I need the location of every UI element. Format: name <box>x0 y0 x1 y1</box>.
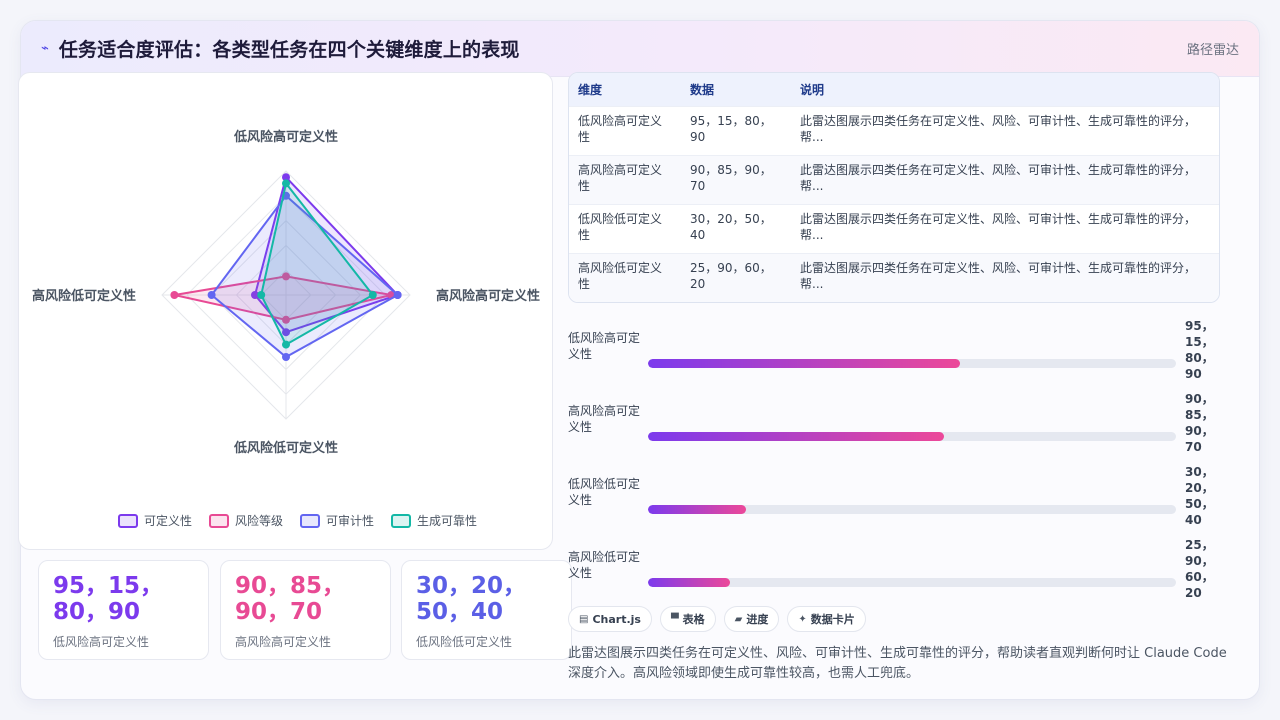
radar-point <box>393 291 402 299</box>
tech-chips: ▤ Chart.js ▀ 表格 ▰ 进度 ✦ 数据卡片 <box>568 606 866 632</box>
progress-fill <box>648 578 730 587</box>
progress-label: 高风险低可定义性 <box>568 550 641 580</box>
table-icon: ▀ <box>670 613 679 625</box>
progress-value: 25，90，60，20 <box>1185 538 1214 600</box>
cell-description: 此雷达图展示四类任务在可定义性、风险、可审计性、生成可靠性的评分，帮... <box>791 252 1219 302</box>
progress-label: 高风险高可定义性 <box>568 404 641 434</box>
radar-point <box>282 179 290 188</box>
chip-label: Chart.js <box>592 612 641 626</box>
header-description: 说明 <box>800 82 825 97</box>
cell-dimension: 高风险低可定义性 <box>569 252 681 302</box>
progress-item: 高风险低可定义性 25，90，60，20 <box>568 537 1228 610</box>
progress-value: 30，20，50，40 <box>1185 465 1214 527</box>
chip-progress[interactable]: ▰ 进度 <box>723 606 780 632</box>
chip-chartjs[interactable]: ▤ Chart.js <box>568 606 652 632</box>
cell-dimension: 高风险高可定义性 <box>569 154 681 204</box>
progress-fill <box>648 359 960 368</box>
cell-data: 30，20，50，40 <box>681 203 791 253</box>
radar-axis-label: 低风险低可定义性 <box>233 440 338 456</box>
radar-axis-label: 低风险高可定义性 <box>233 129 338 145</box>
stat-label-1: 低风险高可定义性 <box>53 635 150 649</box>
legend-label: 可审计性 <box>326 513 374 528</box>
progress-fill <box>648 505 746 514</box>
legend-swatch <box>391 514 411 528</box>
sparkle-icon: ✦ <box>798 613 807 625</box>
legend-label: 风险等级 <box>235 513 283 528</box>
table-row: 高风险高可定义性 90，85，90，70 此雷达图展示四类任务在可定义性、风险、… <box>569 154 1219 204</box>
radar-axis-label: 高风险高可定义性 <box>436 288 540 304</box>
header-data: 数据 <box>690 82 715 97</box>
stat-label-3: 低风险低可定义性 <box>416 635 513 649</box>
cell-description: 此雷达图展示四类任务在可定义性、风险、可审计性、生成可靠性的评分，帮... <box>791 203 1219 253</box>
radar-axis-label: 高风险低可定义性 <box>32 288 136 304</box>
stat-label-2: 高风险高可定义性 <box>235 635 332 649</box>
radar-badge: 路径雷达 <box>1186 43 1239 58</box>
progress-item: 低风险高可定义性 95，15，80，90 <box>568 318 1228 391</box>
radar-point <box>282 340 290 349</box>
cell-data: 95，15，80，90 <box>681 105 791 155</box>
page-title: 任务适合度评估：各类型任务在四个关键维度上的表现 <box>58 39 520 61</box>
table-row: 低风险低可定义性 30，20，50，40 此雷达图展示四类任务在可定义性、风险、… <box>569 203 1219 253</box>
title-wrap: ⌁ 任务适合度评估：各类型任务在四个关键维度上的表现 <box>41 35 520 62</box>
chip-label: 数据卡片 <box>810 613 855 626</box>
table-row: 高风险低可定义性 25，90，60，20 此雷达图展示四类任务在可定义性、风险、… <box>569 252 1219 302</box>
chart-description: 此雷达图展示四类任务在可定义性、风险、可审计性、生成可靠性的评分，帮助读者直观判… <box>568 646 1227 681</box>
progress-label: 低风险高可定义性 <box>568 331 641 361</box>
progress-value: 95，15，80，90 <box>1185 319 1214 381</box>
cell-description: 此雷达图展示四类任务在可定义性、风险、可审计性、生成可靠性的评分，帮... <box>791 105 1219 155</box>
stat-value-1: 95，15，80，90 <box>53 573 164 625</box>
legend-label: 可定义性 <box>144 513 192 528</box>
progress-item: 低风险低可定义性 30，20，50，40 <box>568 464 1228 537</box>
header-dimension: 维度 <box>578 82 603 97</box>
progress-fill <box>648 432 944 441</box>
radar-chart-panel: 低风险高可定义性高风险高可定义性低风险低可定义性 高风险低可定义性可定义性 风险等级… <box>18 72 553 550</box>
data-table-panel: 维度 数据 说明 低风险高可定义性 95，15，80，90 此雷达图展示四类任务… <box>568 72 1220 303</box>
stat-card-3: 30，20，50，40 低风险低可定义性 <box>401 560 572 660</box>
radar-point <box>257 291 266 299</box>
chip-table[interactable]: ▀ 表格 <box>659 606 716 632</box>
radar-point <box>170 291 179 299</box>
stat-value-3: 30，20，50，40 <box>416 573 527 625</box>
progress-label: 低风险低可定义性 <box>568 477 641 507</box>
table-row: 低风险高可定义性 95，15，80，90 此雷达图展示四类任务在可定义性、风险、… <box>569 105 1219 155</box>
cell-description: 此雷达图展示四类任务在可定义性、风险、可审计性、生成可靠性的评分，帮... <box>791 154 1219 204</box>
stat-card-2: 90，85，90，70 高风险高可定义性 <box>220 560 391 660</box>
legend-label: 生成可靠性 <box>417 514 477 528</box>
stat-card-1: 95，15，80，90 低风险高可定义性 <box>38 560 209 660</box>
chart-icon: ▤ <box>579 613 589 625</box>
progress-icon: ▰ <box>734 613 743 625</box>
progress-value: 90，85，90，70 <box>1185 392 1214 454</box>
progress-item: 高风险高可定义性 90，85，90，70 <box>568 391 1228 464</box>
progress-list: 低风险高可定义性 95，15，80，90 高风险高可定义性 90，85，90，7… <box>568 318 1228 610</box>
data-table: 维度 数据 说明 低风险高可定义性 95，15，80，90 此雷达图展示四类任务… <box>569 73 1219 302</box>
radar-point <box>282 353 290 361</box>
trend-icon: ⌁ <box>41 41 49 56</box>
chip-label: 进度 <box>746 613 769 626</box>
cell-dimension: 低风险低可定义性 <box>569 203 681 253</box>
legend-swatch <box>300 514 320 528</box>
radar-point <box>368 291 377 299</box>
stat-value-2: 90，85，90，70 <box>235 573 346 625</box>
progress-track <box>648 432 1176 441</box>
radar-point <box>207 291 216 299</box>
progress-track <box>648 505 1176 514</box>
cell-dimension: 低风险高可定义性 <box>569 105 681 155</box>
legend-swatch <box>118 514 138 528</box>
radar-chart: 低风险高可定义性高风险高可定义性低风险低可定义性 高风险低可定义性可定义性 风险等级… <box>32 129 540 528</box>
chip-label: 表格 <box>682 613 705 626</box>
chip-data-card[interactable]: ✦ 数据卡片 <box>787 606 866 632</box>
cell-data: 90，85，90，70 <box>681 154 791 204</box>
progress-track <box>648 578 1176 587</box>
cell-data: 25，90，60，20 <box>681 252 791 302</box>
table-header-row: 维度 数据 说明 <box>569 73 1219 106</box>
progress-track <box>648 359 1176 368</box>
header: ⌁ 任务适合度评估：各类型任务在四个关键维度上的表现 路径雷达 <box>21 21 1259 77</box>
legend-swatch <box>209 514 229 528</box>
